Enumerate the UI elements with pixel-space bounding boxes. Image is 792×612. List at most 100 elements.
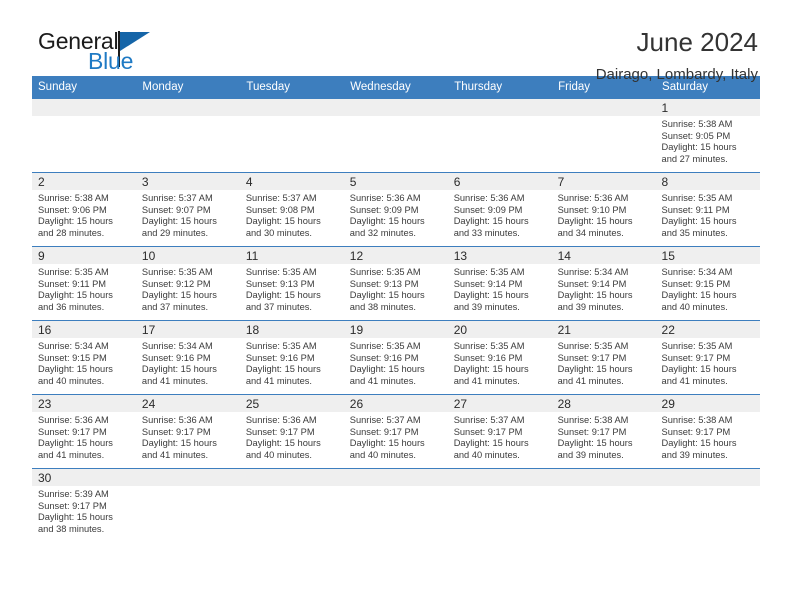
calendar-day-cell[interactable]: 5 Sunrise: 5:36 AM Sunset: 9:09 PM Daylight…	[343, 172, 448, 247]
daylight-duration-line1: Daylight: 15 hours	[557, 438, 633, 449]
calendar-day-cell[interactable]: 7 Sunrise: 5:36 AM Sunset: 9:10 PM Daylight…	[551, 172, 656, 247]
daylight-duration-line1: Daylight: 15 hours	[38, 438, 113, 449]
calendar-day-cell[interactable]: 6 Sunrise: 5:36 AM Sunset: 9:09 PM Daylight…	[447, 172, 552, 247]
calendar-day-cell[interactable]: 3 Sunrise: 5:37 AM Sunset: 9:07 PM Daylight…	[135, 172, 240, 247]
daylight-duration-line2: and 40 minutes.	[453, 449, 520, 460]
daylight-duration-line2: and 39 minutes.	[557, 449, 624, 460]
calendar-day-cell[interactable]: 30 Sunrise: 5:39 AM Sunset: 9:17 PM Dayligh…	[32, 468, 136, 543]
daylight-duration-line1: Daylight: 15 hours	[453, 438, 529, 449]
daylight-duration-line2: and 40 minutes.	[349, 449, 416, 460]
calendar-empty-cell	[135, 468, 240, 543]
calendar-day-cell[interactable]: 24 Sunrise: 5:36 AM Sunset: 9:17 PM Dayligh…	[135, 394, 240, 469]
sunrise-time: Sunrise: 5:35 AM	[557, 341, 629, 351]
daylight-duration-line1: Daylight: 15 hours	[661, 438, 737, 449]
sunset-time: Sunset: 9:17 PM	[557, 352, 627, 363]
sunrise-time: Sunrise: 5:35 AM	[245, 341, 317, 351]
daylight-duration-line1: Daylight: 15 hours	[141, 364, 217, 375]
calendar-day-cell[interactable]: 2 Sunrise: 5:38 AM Sunset: 9:06 PM Daylight…	[32, 172, 136, 247]
calendar-day-cell[interactable]: 21 Sunrise: 5:35 AM Sunset: 9:17 PM Dayligh…	[551, 320, 656, 395]
calendar-day-cell[interactable]: 22 Sunrise: 5:35 AM Sunset: 9:17 PM Dayligh…	[655, 320, 760, 395]
calendar-week-row: 23 Sunrise: 5:36 AM Sunset: 9:17 PM Dayligh…	[32, 394, 760, 469]
sunset-time: Sunset: 9:15 PM	[661, 278, 731, 289]
calendar-day-cell[interactable]: 17 Sunrise: 5:34 AM Sunset: 9:16 PM Dayligh…	[135, 320, 240, 395]
day-sun-info: Sunrise: 5:35 AM Sunset: 9:16 PM Daylight:…	[344, 338, 448, 387]
general-blue-logo: General Blue	[32, 28, 162, 76]
calendar-day-cell[interactable]: 9 Sunrise: 5:35 AM Sunset: 9:11 PM Daylight…	[32, 246, 136, 321]
day-number: 21	[551, 321, 656, 338]
daylight-duration-line1: Daylight: 15 hours	[141, 438, 217, 449]
day-sun-info: Sunrise: 5:39 AM Sunset: 9:17 PM Daylight:…	[32, 486, 136, 535]
day-number: 7	[551, 173, 656, 190]
calendar-day-cell[interactable]: 18 Sunrise: 5:35 AM Sunset: 9:16 PM Dayligh…	[239, 320, 344, 395]
daylight-duration-line1: Daylight: 15 hours	[557, 364, 633, 375]
sunrise-time: Sunrise: 5:36 AM	[349, 193, 421, 203]
sunset-time: Sunset: 9:05 PM	[661, 130, 731, 141]
sunrise-time: Sunrise: 5:35 AM	[349, 267, 421, 277]
calendar-day-cell[interactable]: 20 Sunrise: 5:35 AM Sunset: 9:16 PM Dayligh…	[447, 320, 552, 395]
day-number	[343, 99, 448, 116]
calendar-day-cell[interactable]: 27 Sunrise: 5:37 AM Sunset: 9:17 PM Dayligh…	[447, 394, 552, 469]
calendar-day-cell[interactable]: 14 Sunrise: 5:34 AM Sunset: 9:14 PM Dayligh…	[551, 246, 656, 321]
calendar-day-cell[interactable]: 12 Sunrise: 5:35 AM Sunset: 9:13 PM Dayligh…	[343, 246, 448, 321]
daylight-duration-line2: and 33 minutes.	[453, 227, 520, 238]
day-number	[32, 99, 136, 116]
day-number: 25	[239, 395, 344, 412]
day-number: 5	[343, 173, 448, 190]
daylight-duration-line2: and 41 minutes.	[661, 375, 728, 386]
day-number	[447, 99, 552, 116]
day-number: 26	[343, 395, 448, 412]
day-sun-info: Sunrise: 5:36 AM Sunset: 9:17 PM Daylight:…	[32, 412, 136, 461]
day-sun-info: Sunrise: 5:36 AM Sunset: 9:17 PM Daylight:…	[240, 412, 344, 461]
calendar-day-cell[interactable]: 1 Sunrise: 5:38 AM Sunset: 9:05 PM Daylight…	[655, 98, 760, 173]
sunset-time: Sunset: 9:17 PM	[349, 426, 419, 437]
weekday-header-wednesday: Wednesday	[343, 76, 449, 99]
weekday-header-thursday: Thursday	[447, 76, 553, 99]
calendar-day-cell[interactable]: 10 Sunrise: 5:35 AM Sunset: 9:12 PM Dayligh…	[135, 246, 240, 321]
sunrise-time: Sunrise: 5:36 AM	[245, 415, 317, 425]
day-sun-info: Sunrise: 5:34 AM Sunset: 9:15 PM Daylight:…	[656, 264, 760, 313]
calendar-day-cell[interactable]: 23 Sunrise: 5:36 AM Sunset: 9:17 PM Dayligh…	[32, 394, 136, 469]
day-sun-info: Sunrise: 5:37 AM Sunset: 9:17 PM Daylight:…	[448, 412, 552, 461]
sunset-time: Sunset: 9:09 PM	[453, 204, 523, 215]
day-sun-info: Sunrise: 5:36 AM Sunset: 9:17 PM Daylight:…	[136, 412, 240, 461]
calendar-day-cell[interactable]: 26 Sunrise: 5:37 AM Sunset: 9:17 PM Dayligh…	[343, 394, 448, 469]
daylight-duration-line2: and 38 minutes.	[38, 523, 105, 534]
calendar-day-cell[interactable]: 16 Sunrise: 5:34 AM Sunset: 9:15 PM Dayligh…	[32, 320, 136, 395]
calendar-day-cell[interactable]: 15 Sunrise: 5:34 AM Sunset: 9:15 PM Dayligh…	[655, 246, 760, 321]
daylight-duration-line1: Daylight: 15 hours	[557, 216, 633, 227]
day-sun-info: Sunrise: 5:35 AM Sunset: 9:16 PM Daylight:…	[240, 338, 344, 387]
calendar-day-cell[interactable]: 29 Sunrise: 5:38 AM Sunset: 9:17 PM Dayligh…	[655, 394, 760, 469]
calendar-day-cell[interactable]: 4 Sunrise: 5:37 AM Sunset: 9:08 PM Daylight…	[239, 172, 344, 247]
sunrise-time: Sunrise: 5:38 AM	[661, 119, 733, 129]
calendar-day-cell[interactable]: 11 Sunrise: 5:35 AM Sunset: 9:13 PM Dayligh…	[239, 246, 344, 321]
calendar-day-cell[interactable]: 19 Sunrise: 5:35 AM Sunset: 9:16 PM Dayligh…	[343, 320, 448, 395]
calendar-week-row: 1 Sunrise: 5:38 AM Sunset: 9:05 PM Daylight…	[32, 98, 760, 173]
day-sun-info: Sunrise: 5:36 AM Sunset: 9:09 PM Daylight:…	[344, 190, 448, 239]
day-sun-info: Sunrise: 5:34 AM Sunset: 9:15 PM Daylight:…	[32, 338, 136, 387]
day-number: 17	[135, 321, 240, 338]
sunrise-time: Sunrise: 5:34 AM	[557, 267, 629, 277]
sunrise-time: Sunrise: 5:38 AM	[557, 415, 629, 425]
sunrise-time: Sunrise: 5:35 AM	[661, 341, 733, 351]
daylight-duration-line2: and 41 minutes.	[141, 449, 209, 460]
day-number	[551, 469, 656, 486]
day-number: 28	[551, 395, 656, 412]
sunrise-time: Sunrise: 5:35 AM	[141, 267, 213, 277]
calendar-day-cell[interactable]: 8 Sunrise: 5:35 AM Sunset: 9:11 PM Daylight…	[655, 172, 760, 247]
calendar-day-cell[interactable]: 28 Sunrise: 5:38 AM Sunset: 9:17 PM Dayligh…	[551, 394, 656, 469]
sunset-time: Sunset: 9:13 PM	[349, 278, 419, 289]
daylight-duration-line2: and 35 minutes.	[661, 227, 728, 238]
sunrise-sunset-calendar: Sunday Monday Tuesday Wednesday Thursday…	[32, 76, 760, 543]
day-number: 24	[135, 395, 240, 412]
day-number	[655, 469, 760, 486]
sunrise-time: Sunrise: 5:37 AM	[141, 193, 213, 203]
daylight-duration-line2: and 37 minutes.	[141, 301, 209, 312]
daylight-duration-line2: and 37 minutes.	[245, 301, 312, 312]
day-number: 30	[32, 469, 136, 486]
logo-text-blue: Blue	[88, 48, 134, 74]
sunset-time: Sunset: 9:17 PM	[661, 426, 731, 437]
calendar-day-cell[interactable]: 13 Sunrise: 5:35 AM Sunset: 9:14 PM Dayligh…	[447, 246, 552, 321]
day-number: 16	[32, 321, 136, 338]
calendar-day-cell[interactable]: 25 Sunrise: 5:36 AM Sunset: 9:17 PM Dayligh…	[239, 394, 344, 469]
calendar-week-row: 2 Sunrise: 5:38 AM Sunset: 9:06 PM Daylight…	[32, 172, 760, 247]
